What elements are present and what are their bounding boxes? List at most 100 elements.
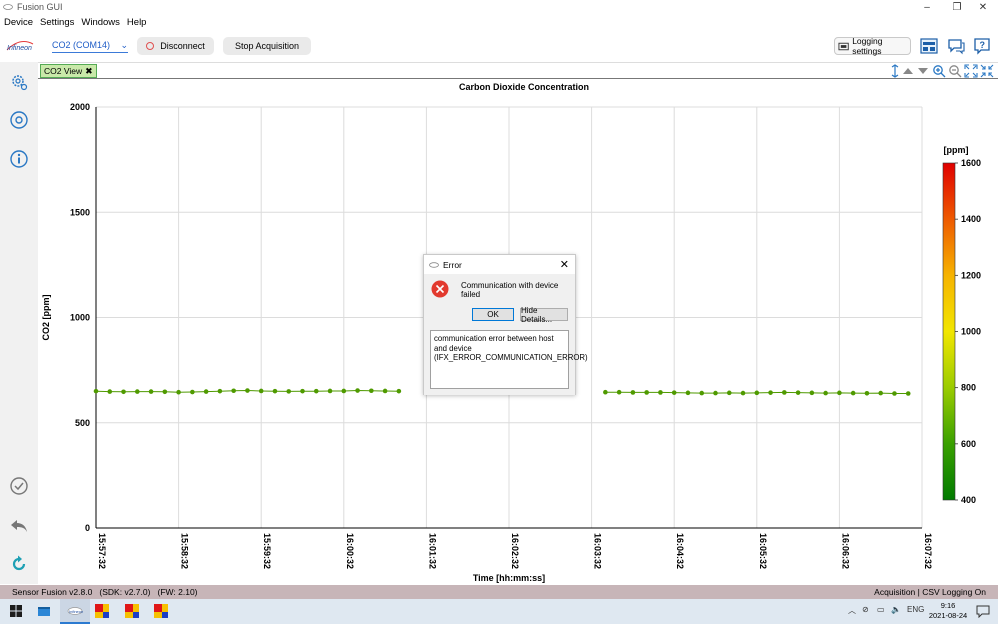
data-point (355, 388, 360, 393)
plus-circle-icon[interactable] (9, 110, 29, 130)
refresh-icon[interactable] (9, 554, 29, 574)
svg-text:Infineon: Infineon (69, 609, 83, 614)
title-bar: Fusion GUI – ❐ ✕ (0, 0, 998, 14)
data-point (135, 389, 140, 394)
tray-language[interactable]: ENG (907, 605, 924, 614)
y-tick-label: 1500 (70, 207, 90, 217)
layout-icon[interactable] (920, 37, 938, 55)
hide-details-button[interactable]: Hide Details... (520, 306, 568, 324)
notifications-icon[interactable] (976, 604, 990, 618)
tray-network-icon[interactable]: ⊘ (862, 605, 869, 614)
taskbar-fusion-gui[interactable]: Infineon (60, 599, 90, 624)
menu-windows[interactable]: Windows (81, 17, 120, 28)
device-select[interactable]: CO2 (COM14) ⌄ (52, 40, 128, 53)
x-tick-label: 16:03:32 (593, 533, 603, 569)
menu-help[interactable]: Help (127, 17, 147, 28)
tab-co2-view[interactable]: CO2 View ✖ (40, 64, 97, 78)
zoom-in-icon[interactable] (932, 64, 946, 78)
dialog-close-icon[interactable]: ✕ (560, 258, 569, 271)
data-point (726, 390, 732, 396)
chevron-down-icon: ⌄ (120, 40, 128, 50)
data-point (217, 388, 223, 394)
info-icon[interactable] (9, 149, 29, 169)
colorbar-tick-label: 600 (961, 439, 976, 449)
y-tick-label: 0 (85, 523, 90, 533)
colorbar-tick-label: 1400 (961, 214, 981, 224)
data-point (190, 389, 195, 395)
heatmap-app-icon-1[interactable] (94, 603, 110, 619)
tab-close-icon[interactable]: ✖ (85, 66, 93, 77)
x-tick-label: 16:01:32 (427, 533, 437, 569)
data-point (382, 388, 388, 394)
data-point (603, 389, 608, 395)
status-version: Sensor Fusion v2.8.0 (SDK: v2.7.0) (FW: … (12, 587, 198, 597)
status-acquisition: Acquisition | CSV Logging On (874, 587, 986, 597)
arrow-down-icon[interactable] (916, 64, 930, 78)
tray-display-icon[interactable]: ▭ (877, 605, 885, 614)
close-window-button[interactable]: ✕ (968, 0, 998, 14)
check-circle-icon[interactable] (9, 476, 29, 496)
data-point (671, 390, 677, 395)
dialog-header: Error ✕ (424, 255, 575, 274)
data-point (162, 389, 168, 395)
menu-settings[interactable]: Settings (40, 17, 74, 28)
x-tick-label: 16:02:32 (510, 533, 520, 569)
windows-start-icon[interactable] (8, 603, 24, 619)
menu-device[interactable]: Device (4, 17, 33, 28)
expand-icon[interactable] (964, 64, 978, 78)
svg-text:?: ? (980, 40, 986, 50)
colorbar-tick-label: 800 (961, 383, 976, 393)
help-icon[interactable]: ? (973, 37, 991, 55)
data-point (148, 389, 154, 394)
minimize-button[interactable]: – (912, 0, 942, 14)
task-view-icon[interactable] (36, 603, 52, 619)
chart-title: Carbon Dioxide Concentration (459, 82, 589, 92)
x-axis-title: Time [hh:mm:ss] (473, 573, 545, 583)
colorbar-tick-label: 1000 (961, 327, 981, 337)
status-bar: Sensor Fusion v2.8.0 (SDK: v2.7.0) (FW: … (0, 585, 998, 599)
data-point (754, 390, 760, 396)
back-arrow-icon[interactable] (9, 516, 29, 536)
logging-settings-label: Logging settings (852, 36, 883, 56)
data-point (892, 391, 897, 396)
heatmap-app-icon-2[interactable] (124, 603, 140, 619)
data-point (341, 388, 347, 394)
tray-clock[interactable]: 9:16 2021-08-24 (928, 601, 968, 621)
data-point (630, 390, 636, 395)
data-point (369, 388, 374, 394)
zoom-out-icon[interactable] (948, 64, 962, 78)
ok-button[interactable]: OK (472, 308, 514, 321)
data-point (809, 390, 815, 396)
colorbar-unit: [ppm] (944, 145, 969, 155)
data-point (850, 390, 856, 396)
colorbar-gradient (942, 162, 956, 501)
fusion-gui-taskbar-icon: Infineon (67, 607, 83, 615)
tray-volume-icon[interactable]: 🔈 (891, 605, 901, 614)
data-point (93, 388, 99, 394)
collapse-icon[interactable] (980, 64, 994, 78)
data-point (713, 390, 718, 396)
data-point (644, 390, 649, 395)
fit-vertical-icon[interactable] (888, 64, 902, 78)
data-point (327, 388, 333, 394)
arrow-up-icon[interactable] (901, 64, 915, 78)
data-point (699, 390, 705, 396)
stop-acquisition-button[interactable]: Stop Acquisition (223, 37, 311, 55)
error-details-text[interactable]: communication error between host and dev… (430, 330, 588, 389)
x-tick-label: 16:07:32 (923, 533, 933, 569)
app-icon (3, 3, 13, 11)
logging-settings-button[interactable]: Logging settings (834, 36, 911, 56)
chat-icon[interactable] (947, 37, 965, 55)
data-point (300, 388, 305, 394)
settings-icon[interactable] (9, 72, 29, 92)
infineon-logo: Infineon (5, 39, 35, 53)
colorbar-tick-label: 1600 (961, 158, 981, 168)
data-point (823, 390, 828, 396)
disconnect-button[interactable]: Disconnect (137, 37, 214, 55)
tray-chevron-up-icon[interactable]: ︿ (848, 605, 856, 616)
svg-text:Infineon: Infineon (7, 45, 32, 52)
data-point (176, 389, 181, 395)
left-sidebar (0, 62, 38, 584)
heatmap-app-icon-3[interactable] (153, 603, 169, 619)
y-tick-label: 1000 (70, 313, 90, 323)
